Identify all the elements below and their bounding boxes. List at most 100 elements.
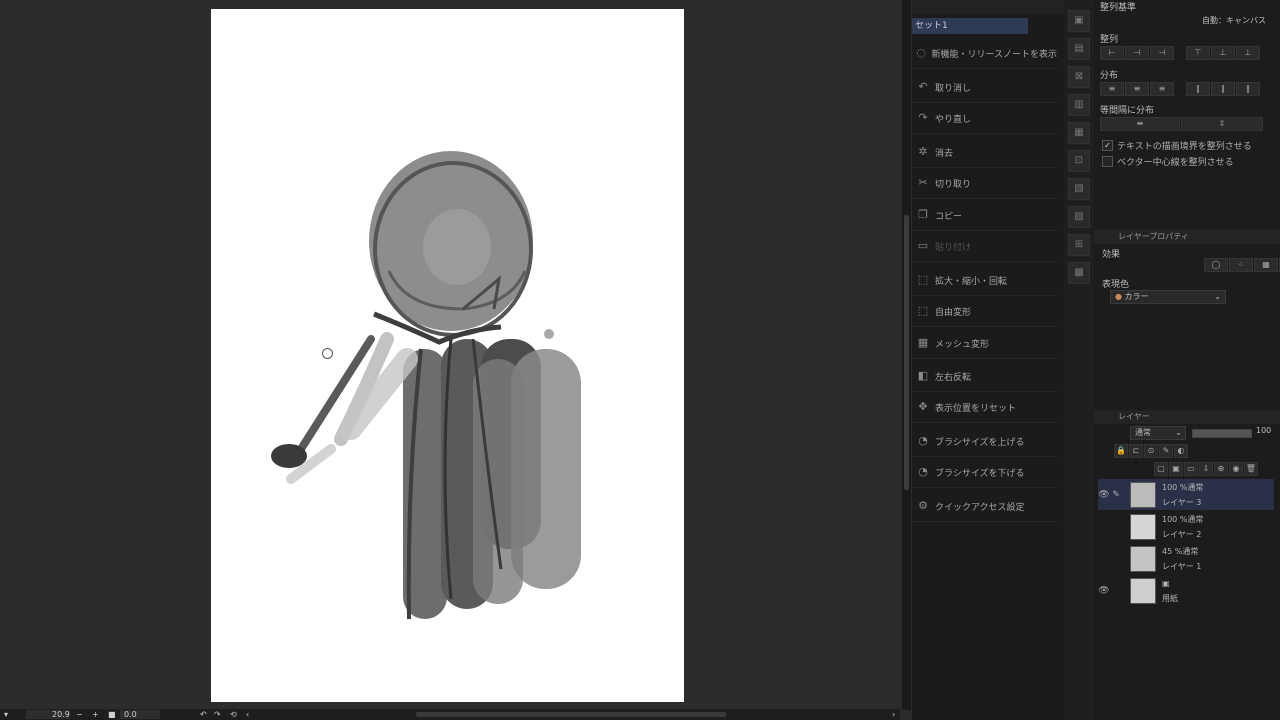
tab-layer[interactable]: レイヤー [1118, 412, 1150, 421]
layer-row[interactable]: 👁 ▣ 用紙 [1098, 575, 1274, 606]
effect-color-icon[interactable]: ▦ [1254, 258, 1278, 272]
align-hcenter-icon[interactable]: ⊣ [1125, 46, 1149, 60]
horizontal-scrollbar-thumb[interactable] [416, 712, 726, 717]
eye-icon[interactable]: 👁 [1098, 490, 1110, 500]
qa-item-flip-horizontal[interactable]: ◧ 左右反転 [912, 361, 1057, 392]
reset-view-icon: ✥ [918, 400, 928, 413]
new-vector-layer-icon[interactable]: ▣ [1169, 462, 1183, 476]
zoom-out-icon[interactable]: − [76, 709, 83, 720]
effect-tone-icon[interactable]: ⁘ [1229, 258, 1253, 272]
distribute-label: 分布 [1100, 71, 1119, 81]
qa-item-label: 左右反転 [935, 372, 972, 383]
qa-item-clear[interactable]: ✲ 消去 [912, 137, 1057, 168]
canvas-area[interactable] [0, 0, 900, 710]
layer-row[interactable]: 100 %通常 レイヤー 2 [1098, 511, 1274, 542]
align-left-icon[interactable]: ⊢ [1100, 46, 1124, 60]
qa-item-brush-size-up[interactable]: ◔ ブラシサイズを上げる [912, 426, 1057, 457]
qa-item-label: ブラシサイズを下げる [935, 468, 1025, 479]
combine-icon[interactable]: ⊕ [1214, 462, 1228, 476]
layer-row[interactable]: 45 %通常 レイヤー 1 [1098, 543, 1274, 574]
distribute-middle-icon[interactable]: ∥ [1211, 82, 1235, 96]
menu-icon[interactable]: ▾ [4, 709, 8, 720]
panel-tab-icon[interactable]: ▩ [1068, 262, 1090, 284]
qa-item-scale-rotate[interactable]: ⬚ 拡大・縮小・回転 [912, 265, 1057, 296]
qa-item-quick-access-settings[interactable]: ⚙ クイックアクセス設定 [912, 491, 1057, 522]
panel-tab-icon[interactable]: ▤ [1068, 38, 1090, 60]
panel-tab-icon[interactable]: ▥ [1068, 94, 1090, 116]
brush-down-icon: ◔ [918, 465, 928, 478]
equal-spacing-horizontal-icon[interactable]: ⇹ [1100, 117, 1180, 131]
distribute-right-icon[interactable]: ≡ [1150, 82, 1174, 96]
qa-item-undo[interactable]: ↶ 取り消し [912, 72, 1057, 103]
panel-tab-icon[interactable]: ⊞ [1068, 234, 1090, 256]
qa-item-brush-size-down[interactable]: ◔ ブラシサイズを下げる [912, 457, 1057, 488]
panel-tab-icon[interactable]: ⊠ [1068, 66, 1090, 88]
expression-color-dropdown[interactable]: ● カラー ⌄ [1110, 290, 1226, 304]
distribute-top-icon[interactable]: ∥ [1186, 82, 1210, 96]
qa-item-release-notes[interactable]: ◌ 新機能・リリースノートを表示 [912, 38, 1057, 69]
align-basis-value[interactable]: 自動：キャンバス [1202, 15, 1266, 26]
layer-opacity-mode: 100 %通常 [1162, 482, 1204, 492]
new-folder-icon[interactable]: ▭ [1184, 462, 1198, 476]
lock-icon[interactable]: 🔒 [1114, 444, 1128, 458]
angle-value[interactable]: 0.0 [124, 709, 137, 720]
align-top-icon[interactable]: ⊤ [1186, 46, 1210, 60]
distribute-center-icon[interactable]: ≡ [1125, 82, 1149, 96]
quick-access-set-selector[interactable]: セット1 [912, 18, 1028, 34]
reset-rotation-icon[interactable]: ⟲ [230, 709, 237, 720]
vector-center-checkbox[interactable]: ベクター中心線を整列させる [1102, 155, 1234, 168]
panel-tab-icon[interactable]: ⊡ [1068, 150, 1090, 172]
clip-icon[interactable]: ⊏ [1129, 444, 1143, 458]
new-raster-layer-icon[interactable]: ▢ [1154, 462, 1168, 476]
layer-name[interactable]: レイヤー 3 [1162, 495, 1203, 510]
scroll-left-icon[interactable]: ‹ [246, 709, 249, 720]
qa-item-paste[interactable]: ▭ 貼り付け [912, 231, 1057, 262]
mask-icon[interactable]: ◐ [1174, 444, 1188, 458]
panel-tab-icon[interactable]: ▨ [1068, 206, 1090, 228]
qa-item-mesh-transform[interactable]: ▦ メッシュ変形 [912, 328, 1057, 359]
zoom-in-icon[interactable]: + [92, 709, 99, 720]
opacity-value[interactable]: 100 [1256, 426, 1271, 435]
qa-item-reset-view[interactable]: ✥ 表示位置をリセット [912, 392, 1057, 423]
qa-item-cut[interactable]: ✂ 切り取り [912, 168, 1057, 199]
align-bottom-icon[interactable]: ⊥ [1236, 46, 1260, 60]
layer-thumbnail [1130, 577, 1156, 604]
tab-layer-property[interactable]: レイヤープロパティ [1118, 232, 1189, 241]
align-right-icon[interactable]: ⊣ [1150, 46, 1174, 60]
align-vcenter-icon[interactable]: ⊥ [1211, 46, 1235, 60]
layer-name[interactable]: 用紙 [1162, 591, 1178, 606]
fit-icon[interactable]: ■ [108, 709, 116, 720]
rotate-right-icon[interactable]: ↷ [214, 709, 221, 720]
panel-tab-icon[interactable]: ▣ [1068, 10, 1090, 32]
text-bounds-checkbox[interactable]: ✓ テキストの描画境界を整列させる [1102, 139, 1252, 152]
layer-name[interactable]: レイヤー 1 [1162, 559, 1201, 574]
checkbox-checked-icon[interactable]: ✓ [1102, 140, 1113, 151]
qa-item-copy[interactable]: ❐ コピー [912, 200, 1057, 231]
checkbox-unchecked-icon[interactable] [1102, 156, 1113, 167]
scrollbar-thumb[interactable] [904, 215, 909, 490]
distribute-bottom-icon[interactable]: ∥ [1236, 82, 1260, 96]
draft-icon[interactable]: ✎ [1159, 444, 1173, 458]
zoom-value[interactable]: 20.9 [52, 709, 70, 720]
delete-layer-icon[interactable]: 🗑 [1244, 462, 1258, 476]
equal-spacing-vertical-icon[interactable]: ⇳ [1181, 117, 1263, 131]
layer-row[interactable]: 👁 ✎ 100 %通常 レイヤー 3 [1098, 479, 1274, 510]
layer-name[interactable]: レイヤー 2 [1162, 527, 1203, 542]
blend-mode-dropdown[interactable]: 通常 ⌄ [1130, 426, 1186, 440]
qa-item-free-transform[interactable]: ⬚ 自由変形 [912, 296, 1057, 327]
reference-icon[interactable]: ⊙ [1144, 444, 1158, 458]
qa-item-redo[interactable]: ↷ やり直し [912, 103, 1057, 134]
canvas-vertical-scrollbar[interactable] [902, 0, 911, 710]
scroll-right-icon[interactable]: › [892, 709, 895, 720]
pen-icon: ✎ [1112, 489, 1120, 500]
mask-add-icon[interactable]: ◉ [1229, 462, 1243, 476]
panel-tab-icon[interactable]: ▦ [1068, 122, 1090, 144]
rotate-left-icon[interactable]: ↶ [200, 709, 207, 720]
paper-canvas[interactable] [211, 9, 684, 702]
distribute-left-icon[interactable]: ≡ [1100, 82, 1124, 96]
opacity-slider[interactable] [1192, 429, 1252, 438]
transfer-icon[interactable]: ⇩ [1199, 462, 1213, 476]
eye-icon[interactable]: 👁 [1098, 586, 1110, 596]
panel-tab-icon[interactable]: ▧ [1068, 178, 1090, 200]
effect-border-icon[interactable]: ◯ [1204, 258, 1228, 272]
